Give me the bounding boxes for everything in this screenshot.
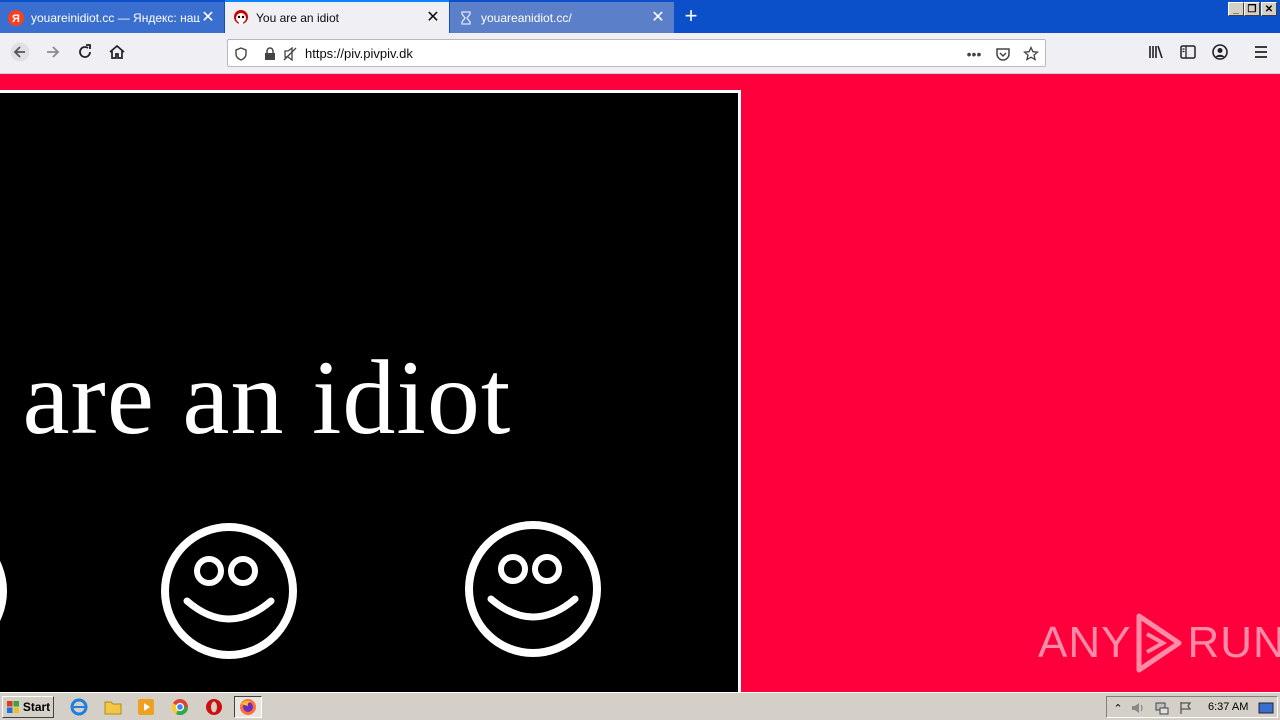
- start-button[interactable]: Start: [2, 696, 54, 718]
- tab-yandex[interactable]: Я youareinidiot.cc — Яндекс: нашлось ✕: [0, 2, 224, 33]
- autoplay-blocked-icon[interactable]: [282, 46, 298, 62]
- play-logo-icon: [1136, 613, 1182, 673]
- url-text: https://piv.pivpiv.dk: [305, 46, 413, 61]
- svg-text:Я: Я: [12, 13, 20, 25]
- pocket-icon[interactable]: [995, 46, 1011, 62]
- yandex-icon: Я: [8, 9, 24, 26]
- clock: 6:37 AM: [1208, 701, 1249, 713]
- forward-button[interactable]: [38, 37, 68, 67]
- forward-arrow-icon: [47, 46, 60, 58]
- new-tab-button[interactable]: +: [680, 3, 702, 28]
- hamburger-menu-icon: [1255, 46, 1267, 58]
- bookmark-star-icon[interactable]: [1023, 46, 1039, 62]
- firefox-icon[interactable]: [234, 696, 262, 718]
- volume-icon[interactable]: [1129, 699, 1147, 717]
- home-button[interactable]: [102, 37, 132, 67]
- watermark-left: ANY: [1038, 618, 1132, 667]
- restore-button[interactable]: ❐: [1244, 2, 1260, 16]
- lock-icon[interactable]: [262, 46, 278, 62]
- tracking-protection-icon[interactable]: [233, 46, 249, 62]
- minimize-button[interactable]: _: [1228, 2, 1244, 16]
- anyrun-watermark: ANY RUN: [1038, 612, 1280, 674]
- close-window-button[interactable]: ✕: [1261, 2, 1277, 16]
- close-tab-icon[interactable]: ✕: [650, 9, 666, 26]
- menu-button[interactable]: [1246, 37, 1276, 67]
- internet-explorer-icon[interactable]: [70, 698, 88, 716]
- network-icon[interactable]: [1153, 699, 1171, 717]
- page-content: u are an idiot ANY RUN: [0, 74, 1280, 692]
- back-arrow-icon: [10, 42, 30, 62]
- taskbar: Start ⌃ 6:37 AM: [0, 692, 1280, 720]
- show-hidden-icons-icon[interactable]: ⌃: [1109, 699, 1127, 717]
- sidebar-icon: [1180, 45, 1196, 59]
- smiley-face-icon: [161, 523, 297, 659]
- show-desktop-icon[interactable]: [1257, 699, 1275, 717]
- navigation-toolbar: https://piv.pivpiv.dk •••: [0, 33, 1280, 74]
- hourglass-icon: [461, 10, 471, 25]
- library-button[interactable]: [1141, 37, 1171, 67]
- library-icon: [1149, 45, 1163, 59]
- media-player-icon[interactable]: [137, 698, 155, 716]
- address-bar[interactable]: https://piv.pivpiv.dk •••: [227, 39, 1046, 67]
- tab-youareanidiot[interactable]: youareanidiot.cc/ ✕: [450, 2, 674, 33]
- tab-title: You are an idiot: [256, 10, 339, 25]
- file-explorer-icon[interactable]: [104, 698, 122, 716]
- home-icon: [109, 44, 125, 59]
- close-tab-icon[interactable]: ✕: [425, 9, 441, 26]
- account-button[interactable]: [1205, 37, 1235, 67]
- windows-logo-icon: [6, 701, 19, 713]
- account-icon: [1212, 44, 1228, 60]
- tab-you-are-an-idiot[interactable]: You are an idiot ✕: [225, 0, 449, 33]
- smiley-face-icon: [465, 521, 601, 657]
- idiot-popup-panel: u are an idiot: [0, 90, 741, 692]
- reload-button[interactable]: [70, 37, 100, 67]
- reload-icon: [79, 44, 91, 58]
- chrome-icon[interactable]: [171, 698, 189, 716]
- close-tab-icon[interactable]: ✕: [200, 9, 216, 26]
- page-actions-icon[interactable]: •••: [966, 46, 982, 62]
- tab-strip: Я youareinidiot.cc — Яндекс: нашлось ✕ Y…: [0, 0, 1280, 33]
- opera-icon[interactable]: [205, 698, 223, 716]
- system-tray: ⌃: [1106, 696, 1278, 718]
- sidebar-button[interactable]: [1173, 37, 1203, 67]
- action-center-flag-icon[interactable]: [1177, 699, 1195, 717]
- tab-title: youareanidiot.cc/: [481, 10, 572, 25]
- skull-icon: [234, 9, 248, 24]
- tab-title: youareinidiot.cc — Яндекс: нашлось: [31, 10, 200, 25]
- watermark-right: RUN: [1187, 618, 1280, 667]
- back-button[interactable]: [5, 37, 35, 67]
- page-headline: u are an idiot: [0, 339, 512, 456]
- smiley-face-icon: [0, 560, 7, 622]
- start-label: Start: [22, 700, 51, 714]
